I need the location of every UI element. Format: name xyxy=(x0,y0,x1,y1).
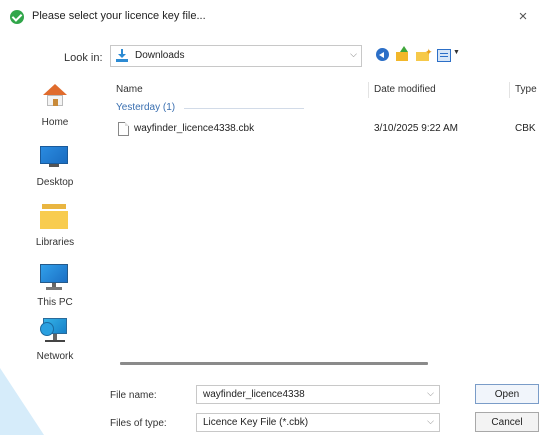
place-label: Home xyxy=(41,117,69,128)
look-in-label: Look in: xyxy=(64,52,103,64)
this-pc-icon xyxy=(40,264,68,292)
open-button[interactable]: Open xyxy=(475,384,539,404)
file-type-label: Files of type: xyxy=(110,418,167,429)
chevron-down-icon[interactable]: ⌵ xyxy=(350,49,357,60)
places-bar: Home Desktop Libraries This PC Network xyxy=(0,72,108,372)
place-this-pc[interactable]: This PC xyxy=(10,258,100,313)
place-label: This PC xyxy=(37,297,73,308)
place-desktop[interactable]: Desktop xyxy=(10,138,100,193)
look-in-dropdown[interactable]: Downloads ⌵ xyxy=(110,45,362,67)
home-icon xyxy=(43,84,67,108)
desktop-icon xyxy=(40,146,68,168)
group-divider xyxy=(184,108,304,109)
place-label: Network xyxy=(36,351,74,362)
file-name-label: File name: xyxy=(110,390,157,401)
check-circle-icon xyxy=(10,10,24,24)
up-folder-icon[interactable] xyxy=(395,46,411,64)
chevron-down-icon[interactable]: ⌵ xyxy=(427,388,434,399)
back-icon[interactable] xyxy=(375,46,391,64)
title-bar: Please select your licence key file... × xyxy=(0,0,542,40)
file-list[interactable]: Name Date modified Type Yesterday (1) wa… xyxy=(110,72,542,372)
place-label: Libraries xyxy=(35,237,75,248)
file-open-dialog: Please select your licence key file... ×… xyxy=(0,0,542,435)
file-type-dropdown[interactable]: Licence Key File (*.cbk) ⌵ xyxy=(196,413,440,432)
place-home[interactable]: Home xyxy=(10,78,100,133)
file-icon xyxy=(118,122,129,136)
file-type-value: Licence Key File (*.cbk) xyxy=(203,417,309,428)
place-libraries[interactable]: Libraries xyxy=(10,198,100,253)
view-menu-icon[interactable]: ▼ xyxy=(437,46,460,64)
file-type-cell: CBK xyxy=(515,123,536,134)
window-title: Please select your licence key file... xyxy=(32,10,206,22)
new-folder-icon[interactable]: ✦ xyxy=(415,46,433,64)
file-name-input[interactable]: wayfinder_licence4338 ⌵ xyxy=(196,385,440,404)
column-header-type[interactable]: Type xyxy=(515,84,537,95)
group-label: Yesterday (1) xyxy=(116,102,176,113)
look-in-value: Downloads xyxy=(135,50,185,61)
libraries-icon xyxy=(40,204,68,230)
column-header-date-modified[interactable]: Date modified xyxy=(374,84,436,95)
column-header-name[interactable]: Name xyxy=(116,84,143,95)
group-header-yesterday[interactable]: Yesterday (1) xyxy=(116,102,316,116)
decorative-accent xyxy=(0,368,44,435)
chevron-down-icon[interactable]: ⌵ xyxy=(427,416,434,427)
place-network[interactable]: Network xyxy=(10,312,100,367)
file-name-value: wayfinder_licence4338 xyxy=(203,389,305,400)
file-row[interactable]: wayfinder_licence4338.cbk 3/10/2025 9:22… xyxy=(110,119,542,139)
close-button[interactable]: × xyxy=(512,6,534,28)
network-icon xyxy=(40,316,70,346)
cancel-button[interactable]: Cancel xyxy=(475,412,539,432)
downloads-folder-icon xyxy=(116,49,128,62)
file-date-cell: 3/10/2025 9:22 AM xyxy=(374,123,458,134)
file-name-cell: wayfinder_licence4338.cbk xyxy=(134,123,255,134)
place-label: Desktop xyxy=(36,177,74,188)
column-divider[interactable] xyxy=(509,82,510,98)
horizontal-scrollbar[interactable] xyxy=(120,362,428,365)
column-divider[interactable] xyxy=(368,82,369,98)
